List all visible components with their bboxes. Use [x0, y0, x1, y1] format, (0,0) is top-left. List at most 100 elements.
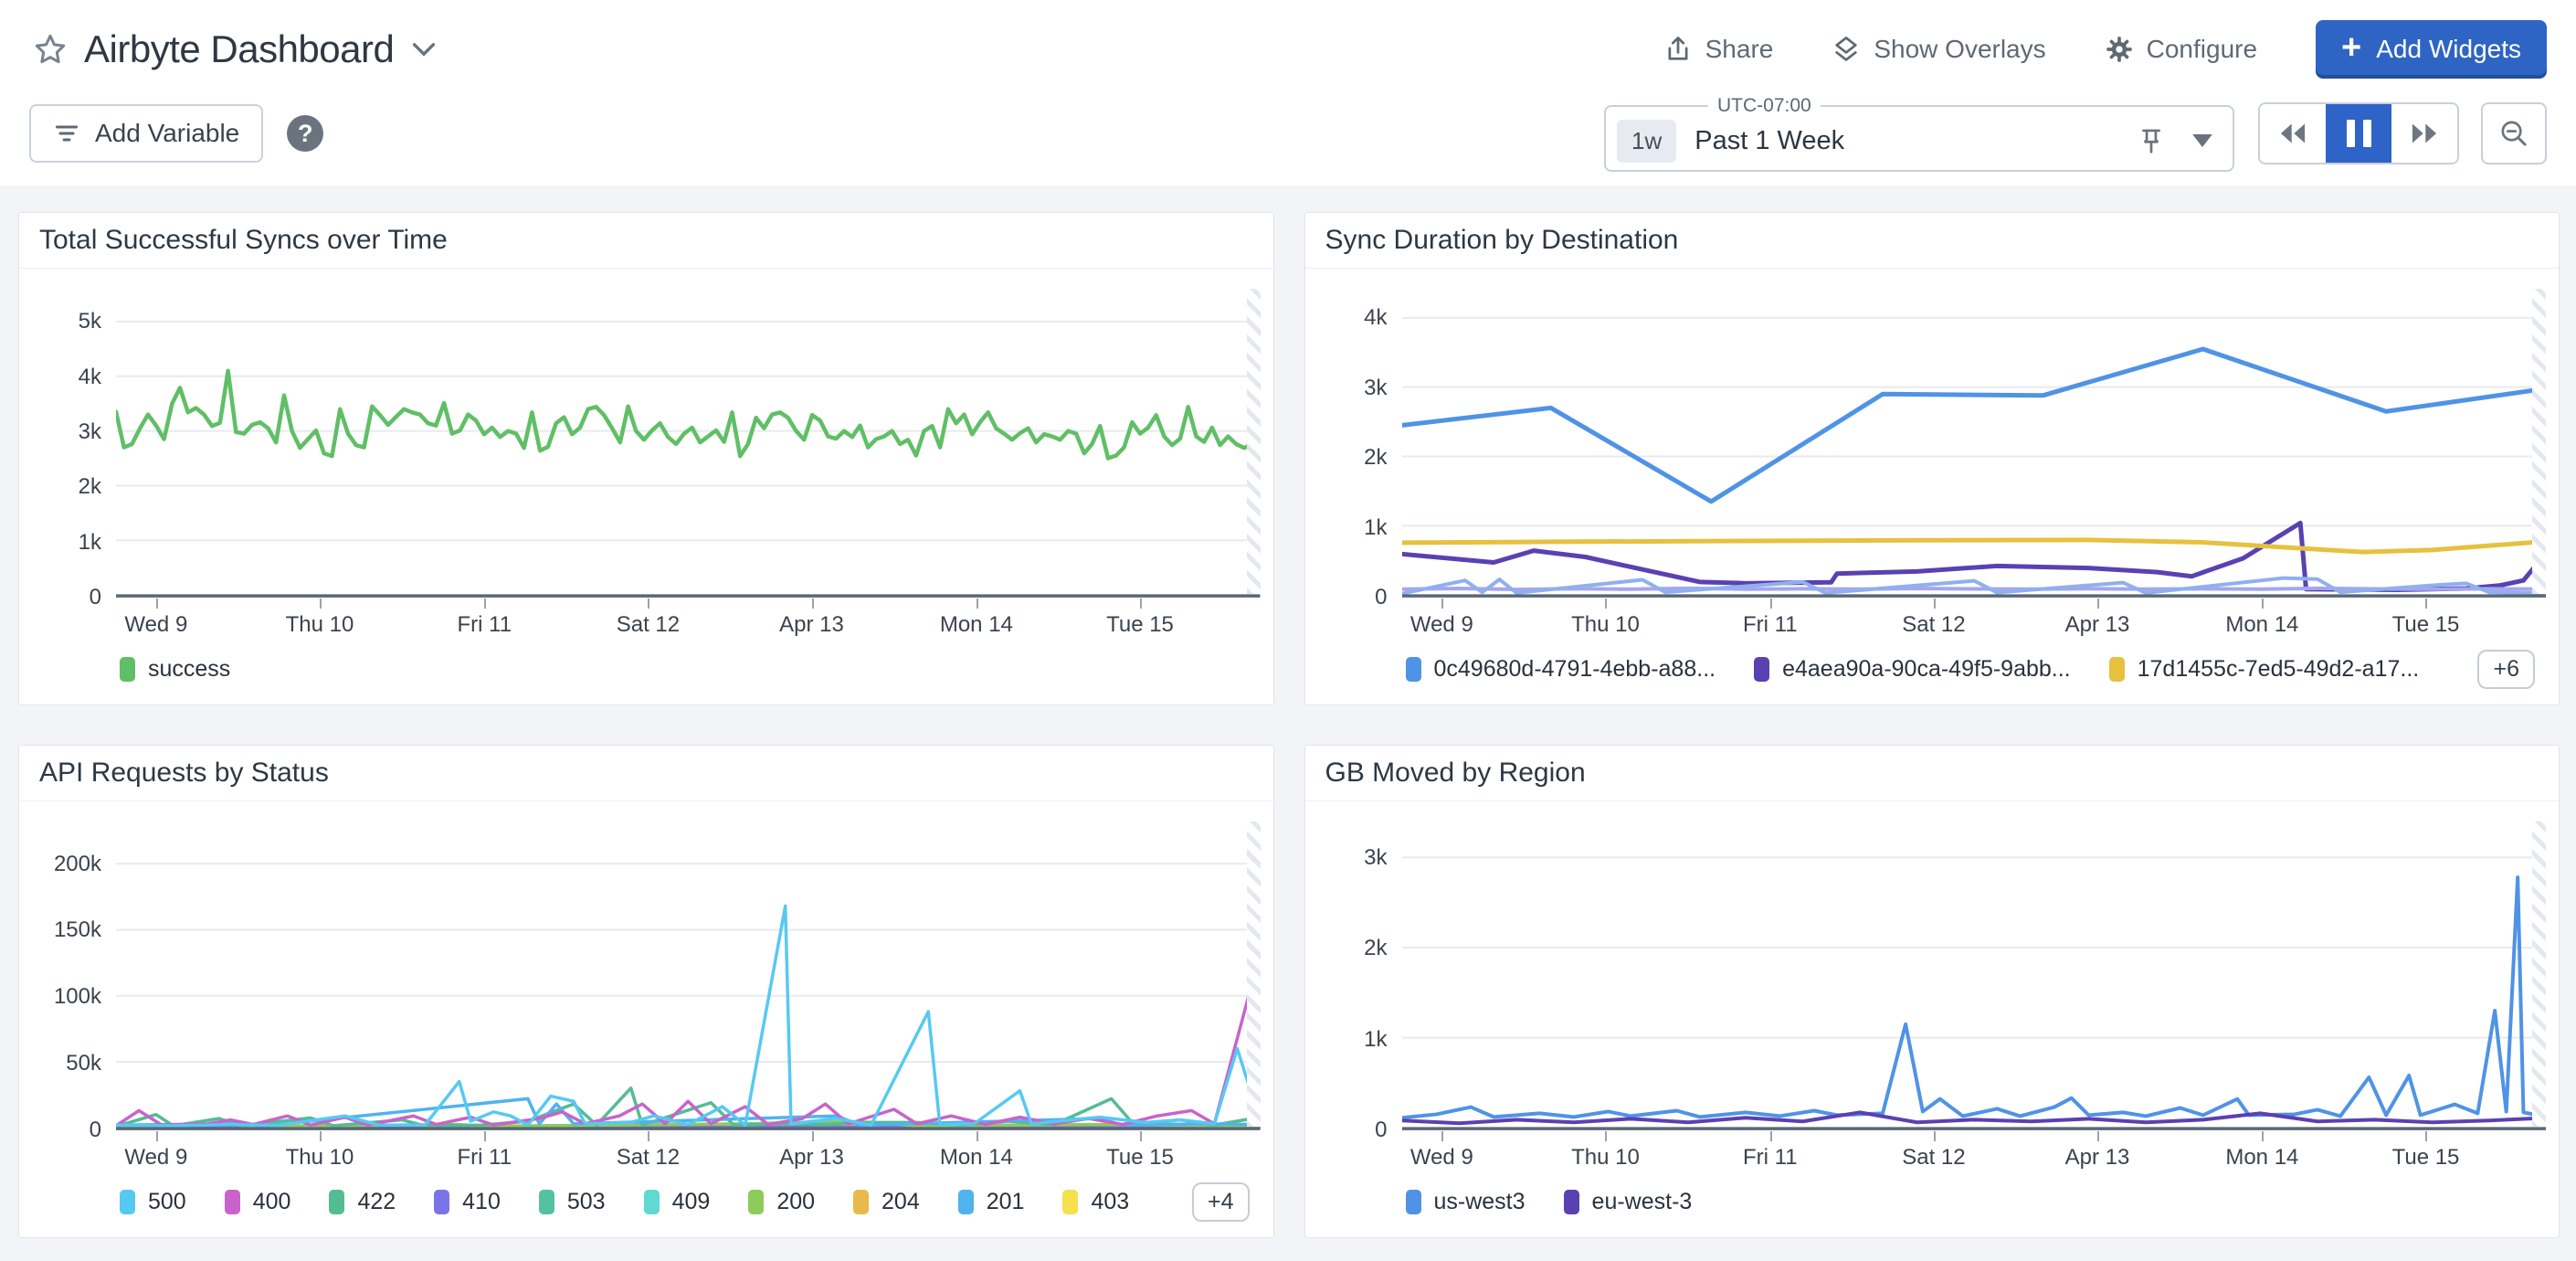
add-variable-button[interactable]: Add Variable [29, 104, 263, 163]
x-tick-mark [156, 599, 158, 609]
x-axis-labels: Wed 9Thu 10Fri 11Sat 12Apr 13Mon 14Tue 1… [1402, 1130, 2547, 1174]
legend-item[interactable]: success [120, 656, 230, 683]
y-tick-label: 150k [54, 917, 101, 943]
time-range-picker[interactable]: UTC-07:00 1w Past 1 Week [1604, 95, 2234, 172]
show-overlays-button[interactable]: Show Overlays [1832, 35, 2045, 64]
x-axis-labels: Wed 9Thu 10Fri 11Sat 12Apr 13Mon 14Tue 1… [1402, 598, 2547, 641]
x-tick-label: Sat 12 [617, 1145, 680, 1171]
legend-item[interactable]: us-west3 [1406, 1189, 1526, 1215]
legend-item[interactable]: 410 [434, 1189, 501, 1215]
x-tick-label: Thu 10 [1571, 612, 1640, 638]
legend-more-badge[interactable]: +4 [1192, 1182, 1250, 1222]
x-tick-label: Thu 10 [286, 1145, 354, 1171]
x-tick-label: Mon 14 [2225, 1145, 2298, 1171]
page-title: Airbyte Dashboard [84, 27, 394, 71]
share-button[interactable]: Share [1663, 35, 1774, 64]
x-tick-mark [977, 599, 978, 609]
configure-button[interactable]: Configure [2105, 35, 2257, 64]
legend-item[interactable]: 0c49680d-4791-4ebb-a88... [1406, 656, 1716, 683]
x-tick-label: Sat 12 [1902, 612, 1965, 638]
time-backward-button[interactable] [2260, 104, 2326, 163]
chart-plot-area[interactable] [1402, 289, 2547, 598]
x-tick-label: Apr 13 [779, 612, 844, 638]
x-tick-label: Apr 13 [2065, 612, 2130, 638]
zoom-out-button[interactable] [2481, 102, 2547, 164]
legend-item[interactable]: 422 [329, 1189, 396, 1215]
legend-swatch [120, 657, 135, 682]
legend-item[interactable]: 201 [958, 1189, 1025, 1215]
chart-plot-area[interactable] [116, 289, 1261, 598]
x-tick-label: Mon 14 [940, 612, 1013, 638]
legend-swatch [434, 1190, 449, 1214]
x-tick-mark [1140, 1131, 1142, 1141]
legend-item[interactable]: 503 [539, 1189, 606, 1215]
add-widgets-button[interactable]: + Add Widgets [2316, 20, 2547, 79]
line-chart[interactable] [1402, 821, 2547, 1130]
y-tick-label: 0 [1375, 585, 1387, 610]
y-axis-labels: 01k2k3k4k5k [19, 289, 116, 598]
widget-title: API Requests by Status [19, 746, 1273, 801]
configure-label: Configure [2147, 35, 2257, 64]
legend-swatch [539, 1190, 554, 1214]
legend-item[interactable]: 409 [644, 1189, 711, 1215]
panel-sync-duration: Sync Duration by Destination 01k2k3k4k W… [1304, 212, 2560, 705]
favorite-star-button[interactable] [29, 28, 71, 70]
y-tick-label: 0 [1375, 1118, 1387, 1143]
dashboard-title-dropdown[interactable]: Airbyte Dashboard [84, 27, 436, 71]
x-tick-mark [320, 599, 322, 609]
time-pause-button[interactable] [2326, 104, 2391, 163]
x-tick-label: Wed 9 [1410, 612, 1473, 638]
legend-item[interactable]: 400 [225, 1189, 291, 1215]
filter-icon [53, 121, 80, 146]
header-actions: Share Show Overlays [1663, 20, 2547, 79]
legend-item[interactable]: 500 [120, 1189, 186, 1215]
legend-item[interactable]: 204 [853, 1189, 920, 1215]
legend-item[interactable]: 17d1455c-7ed5-49d2-a17... [2109, 656, 2420, 683]
line-chart[interactable] [1402, 289, 2547, 598]
rewind-icon [2277, 121, 2308, 146]
y-tick-label: 3k [1364, 376, 1387, 401]
chart-plot-area[interactable] [116, 821, 1261, 1130]
line-chart[interactable] [116, 289, 1261, 598]
legend-swatch [1062, 1190, 1078, 1214]
y-tick-label: 4k [79, 365, 101, 390]
legend-swatch [1754, 657, 1769, 682]
legend-swatch [120, 1190, 135, 1214]
legend-swatch [1406, 1190, 1421, 1214]
legend-item[interactable]: e4aea90a-90ca-49f5-9abb... [1754, 656, 2071, 683]
x-tick-mark [812, 599, 814, 609]
x-tick-mark [484, 599, 486, 609]
incomplete-data-hatch [2532, 821, 2546, 1127]
x-tick-label: Wed 9 [124, 612, 187, 638]
overlays-icon [1832, 35, 1861, 64]
y-tick-label: 200k [54, 852, 101, 877]
x-tick-label: Tue 15 [1106, 612, 1174, 638]
legend-item[interactable]: eu-west-3 [1564, 1189, 1693, 1215]
legend-more-badge[interactable]: +6 [2477, 650, 2535, 689]
time-forward-button[interactable] [2391, 104, 2457, 163]
x-tick-mark [2097, 599, 2099, 609]
chart-legend: 500 400 422 410 503 409 200 204 201 403 +4 [120, 1174, 1261, 1237]
y-tick-label: 2k [79, 474, 101, 500]
legend-label: e4aea90a-90ca-49f5-9abb... [1782, 656, 2071, 683]
legend-item[interactable]: 200 [748, 1189, 815, 1215]
legend-label: 204 [882, 1189, 920, 1215]
chart-plot-area[interactable] [1402, 821, 2547, 1130]
legend-swatch [1564, 1190, 1579, 1214]
y-axis-labels: 050k100k150k200k [19, 821, 116, 1130]
y-tick-label: 3k [1364, 845, 1387, 871]
legend-label: success [148, 656, 230, 683]
x-tick-mark [1140, 599, 1142, 609]
pin-icon[interactable] [2138, 126, 2165, 155]
legend-label: us-west3 [1434, 1189, 1526, 1215]
help-icon[interactable]: ? [287, 115, 323, 152]
line-chart[interactable] [116, 821, 1261, 1130]
add-variable-label: Add Variable [95, 119, 239, 148]
y-axis-labels: 01k2k3k [1305, 821, 1402, 1130]
legend-item[interactable]: 403 [1062, 1189, 1129, 1215]
legend-label: 201 [987, 1189, 1025, 1215]
caret-down-icon[interactable] [2192, 134, 2212, 147]
legend-swatch [1406, 657, 1421, 682]
add-widgets-label: Add Widgets [2376, 35, 2521, 64]
y-tick-label: 2k [1364, 936, 1387, 961]
